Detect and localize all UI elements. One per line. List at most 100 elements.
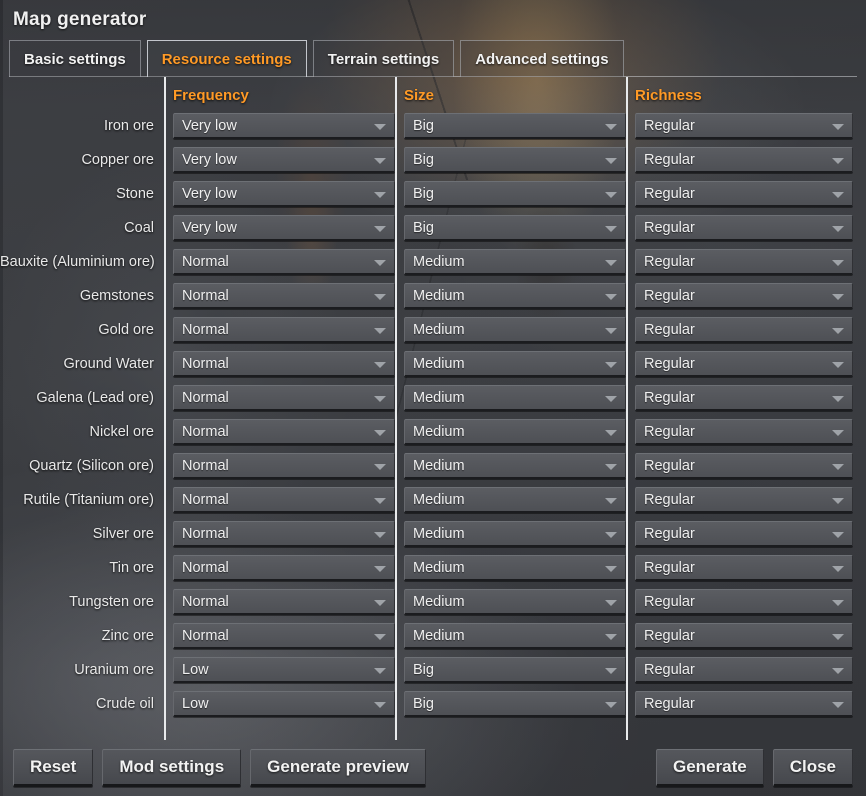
row-label-galena-lead-ore: Galena (Lead ore)	[36, 390, 154, 406]
dropdown-size-tin-ore[interactable]: Medium	[404, 555, 626, 581]
generate-button[interactable]: Generate	[656, 749, 764, 787]
cell-size-zinc-ore: Medium	[395, 619, 626, 653]
dropdown-richness-stone[interactable]: Regular	[635, 181, 853, 207]
dropdown-frequency-tin-ore[interactable]: Normal	[173, 555, 395, 581]
dropdown-size-tungsten-ore[interactable]: Medium	[404, 589, 626, 615]
dropdown-frequency-quartz-silicon-ore[interactable]: Normal	[173, 453, 395, 479]
chevron-down-icon	[832, 395, 844, 402]
dropdown-size-bauxite-aluminium-ore[interactable]: Medium	[404, 249, 626, 275]
dropdown-value: Regular	[644, 389, 695, 406]
dropdown-frequency-tungsten-ore[interactable]: Normal	[173, 589, 395, 615]
cell-size-galena-lead-ore: Medium	[395, 381, 626, 415]
dropdown-size-uranium-ore[interactable]: Big	[404, 657, 626, 683]
dropdown-richness-copper-ore[interactable]: Regular	[635, 147, 853, 173]
dropdown-richness-zinc-ore[interactable]: Regular	[635, 623, 853, 649]
dropdown-frequency-gemstones[interactable]: Normal	[173, 283, 395, 309]
dropdown-size-stone[interactable]: Big	[404, 181, 626, 207]
dropdown-frequency-ground-water[interactable]: Normal	[173, 351, 395, 377]
table-row: Bauxite (Aluminium ore) Normal Medium Regul…	[0, 245, 853, 279]
dropdown-size-gold-ore[interactable]: Medium	[404, 317, 626, 343]
tab-resource-settings[interactable]: Resource settings	[146, 40, 307, 77]
dropdown-richness-nickel-ore[interactable]: Regular	[635, 419, 853, 445]
button-label: Reset	[30, 757, 77, 776]
dropdown-size-copper-ore[interactable]: Big	[404, 147, 626, 173]
chevron-down-icon	[605, 463, 617, 470]
dropdown-richness-bauxite-aluminium-ore[interactable]: Regular	[635, 249, 853, 275]
row-label-bauxite-aluminium-ore: Bauxite (Aluminium ore)	[0, 254, 155, 270]
chevron-down-icon	[605, 191, 617, 198]
dropdown-richness-ground-water[interactable]: Regular	[635, 351, 853, 377]
tab-advanced-settings[interactable]: Advanced settings	[460, 40, 624, 77]
chevron-down-icon	[605, 361, 617, 368]
footer-left-buttons: Reset Mod settings Generate preview	[13, 749, 426, 787]
dropdown-value: Regular	[644, 627, 695, 644]
dropdown-frequency-rutile-titanium-ore[interactable]: Normal	[173, 487, 395, 513]
generate-preview-button[interactable]: Generate preview	[250, 749, 426, 787]
dropdown-size-silver-ore[interactable]: Medium	[404, 521, 626, 547]
close-button[interactable]: Close	[772, 749, 853, 787]
dropdown-richness-silver-ore[interactable]: Regular	[635, 521, 853, 547]
cell-frequency-bauxite-aluminium-ore: Normal	[164, 245, 395, 279]
chevron-down-icon	[374, 531, 386, 538]
dropdown-value: Medium	[413, 627, 465, 644]
dropdown-frequency-coal[interactable]: Very low	[173, 215, 395, 241]
dropdown-frequency-copper-ore[interactable]: Very low	[173, 147, 395, 173]
tab-basic-settings[interactable]: Basic settings	[9, 40, 141, 77]
dropdown-frequency-stone[interactable]: Very low	[173, 181, 395, 207]
mod-settings-button[interactable]: Mod settings	[102, 749, 242, 787]
chevron-down-icon	[605, 531, 617, 538]
tab-terrain-settings[interactable]: Terrain settings	[312, 40, 455, 77]
dropdown-size-iron-ore[interactable]: Big	[404, 113, 626, 139]
dropdown-size-quartz-silicon-ore[interactable]: Medium	[404, 453, 626, 479]
dropdown-richness-galena-lead-ore[interactable]: Regular	[635, 385, 853, 411]
dropdown-frequency-nickel-ore[interactable]: Normal	[173, 419, 395, 445]
dropdown-size-nickel-ore[interactable]: Medium	[404, 419, 626, 445]
column-header-size: Size	[395, 79, 626, 109]
dropdown-richness-tin-ore[interactable]: Regular	[635, 555, 853, 581]
dropdown-richness-crude-oil[interactable]: Regular	[635, 691, 853, 717]
dropdown-frequency-gold-ore[interactable]: Normal	[173, 317, 395, 343]
dropdown-richness-coal[interactable]: Regular	[635, 215, 853, 241]
dropdown-frequency-zinc-ore[interactable]: Normal	[173, 623, 395, 649]
cell-frequency-nickel-ore: Normal	[164, 415, 395, 449]
chevron-down-icon	[605, 157, 617, 164]
chevron-down-icon	[605, 599, 617, 606]
reset-button[interactable]: Reset	[13, 749, 94, 787]
dropdown-value: Normal	[182, 355, 229, 372]
column-header-frequency-label: Frequency	[173, 87, 249, 104]
chevron-down-icon	[832, 633, 844, 640]
tab-label: Resource settings	[161, 50, 292, 68]
table-row: Ground Water Normal Medium Regular	[0, 347, 853, 381]
dropdown-frequency-crude-oil[interactable]: Low	[173, 691, 395, 717]
dropdown-size-gemstones[interactable]: Medium	[404, 283, 626, 309]
chevron-down-icon	[605, 259, 617, 266]
dropdown-value: Regular	[644, 355, 695, 372]
dropdown-frequency-iron-ore[interactable]: Very low	[173, 113, 395, 139]
dropdown-richness-iron-ore[interactable]: Regular	[635, 113, 853, 139]
dropdown-richness-gold-ore[interactable]: Regular	[635, 317, 853, 343]
cell-size-iron-ore: Big	[395, 109, 626, 143]
cell-size-quartz-silicon-ore: Medium	[395, 449, 626, 483]
dropdown-size-ground-water[interactable]: Medium	[404, 351, 626, 377]
dropdown-richness-rutile-titanium-ore[interactable]: Regular	[635, 487, 853, 513]
dropdown-size-coal[interactable]: Big	[404, 215, 626, 241]
dropdown-size-galena-lead-ore[interactable]: Medium	[404, 385, 626, 411]
table-row: Gold ore Normal Medium Regular	[0, 313, 853, 347]
cell-frequency-gold-ore: Normal	[164, 313, 395, 347]
dropdown-frequency-galena-lead-ore[interactable]: Normal	[173, 385, 395, 411]
dropdown-size-zinc-ore[interactable]: Medium	[404, 623, 626, 649]
dropdown-size-rutile-titanium-ore[interactable]: Medium	[404, 487, 626, 513]
dropdown-frequency-silver-ore[interactable]: Normal	[173, 521, 395, 547]
dropdown-frequency-uranium-ore[interactable]: Low	[173, 657, 395, 683]
dropdown-value: Regular	[644, 695, 695, 712]
dropdown-richness-uranium-ore[interactable]: Regular	[635, 657, 853, 683]
cell-size-coal: Big	[395, 211, 626, 245]
dropdown-richness-gemstones[interactable]: Regular	[635, 283, 853, 309]
dropdown-richness-quartz-silicon-ore[interactable]: Regular	[635, 453, 853, 479]
dropdown-size-crude-oil[interactable]: Big	[404, 691, 626, 717]
cell-size-gold-ore: Medium	[395, 313, 626, 347]
dropdown-value: Very low	[182, 151, 237, 168]
cell-frequency-zinc-ore: Normal	[164, 619, 395, 653]
dropdown-richness-tungsten-ore[interactable]: Regular	[635, 589, 853, 615]
dropdown-frequency-bauxite-aluminium-ore[interactable]: Normal	[173, 249, 395, 275]
